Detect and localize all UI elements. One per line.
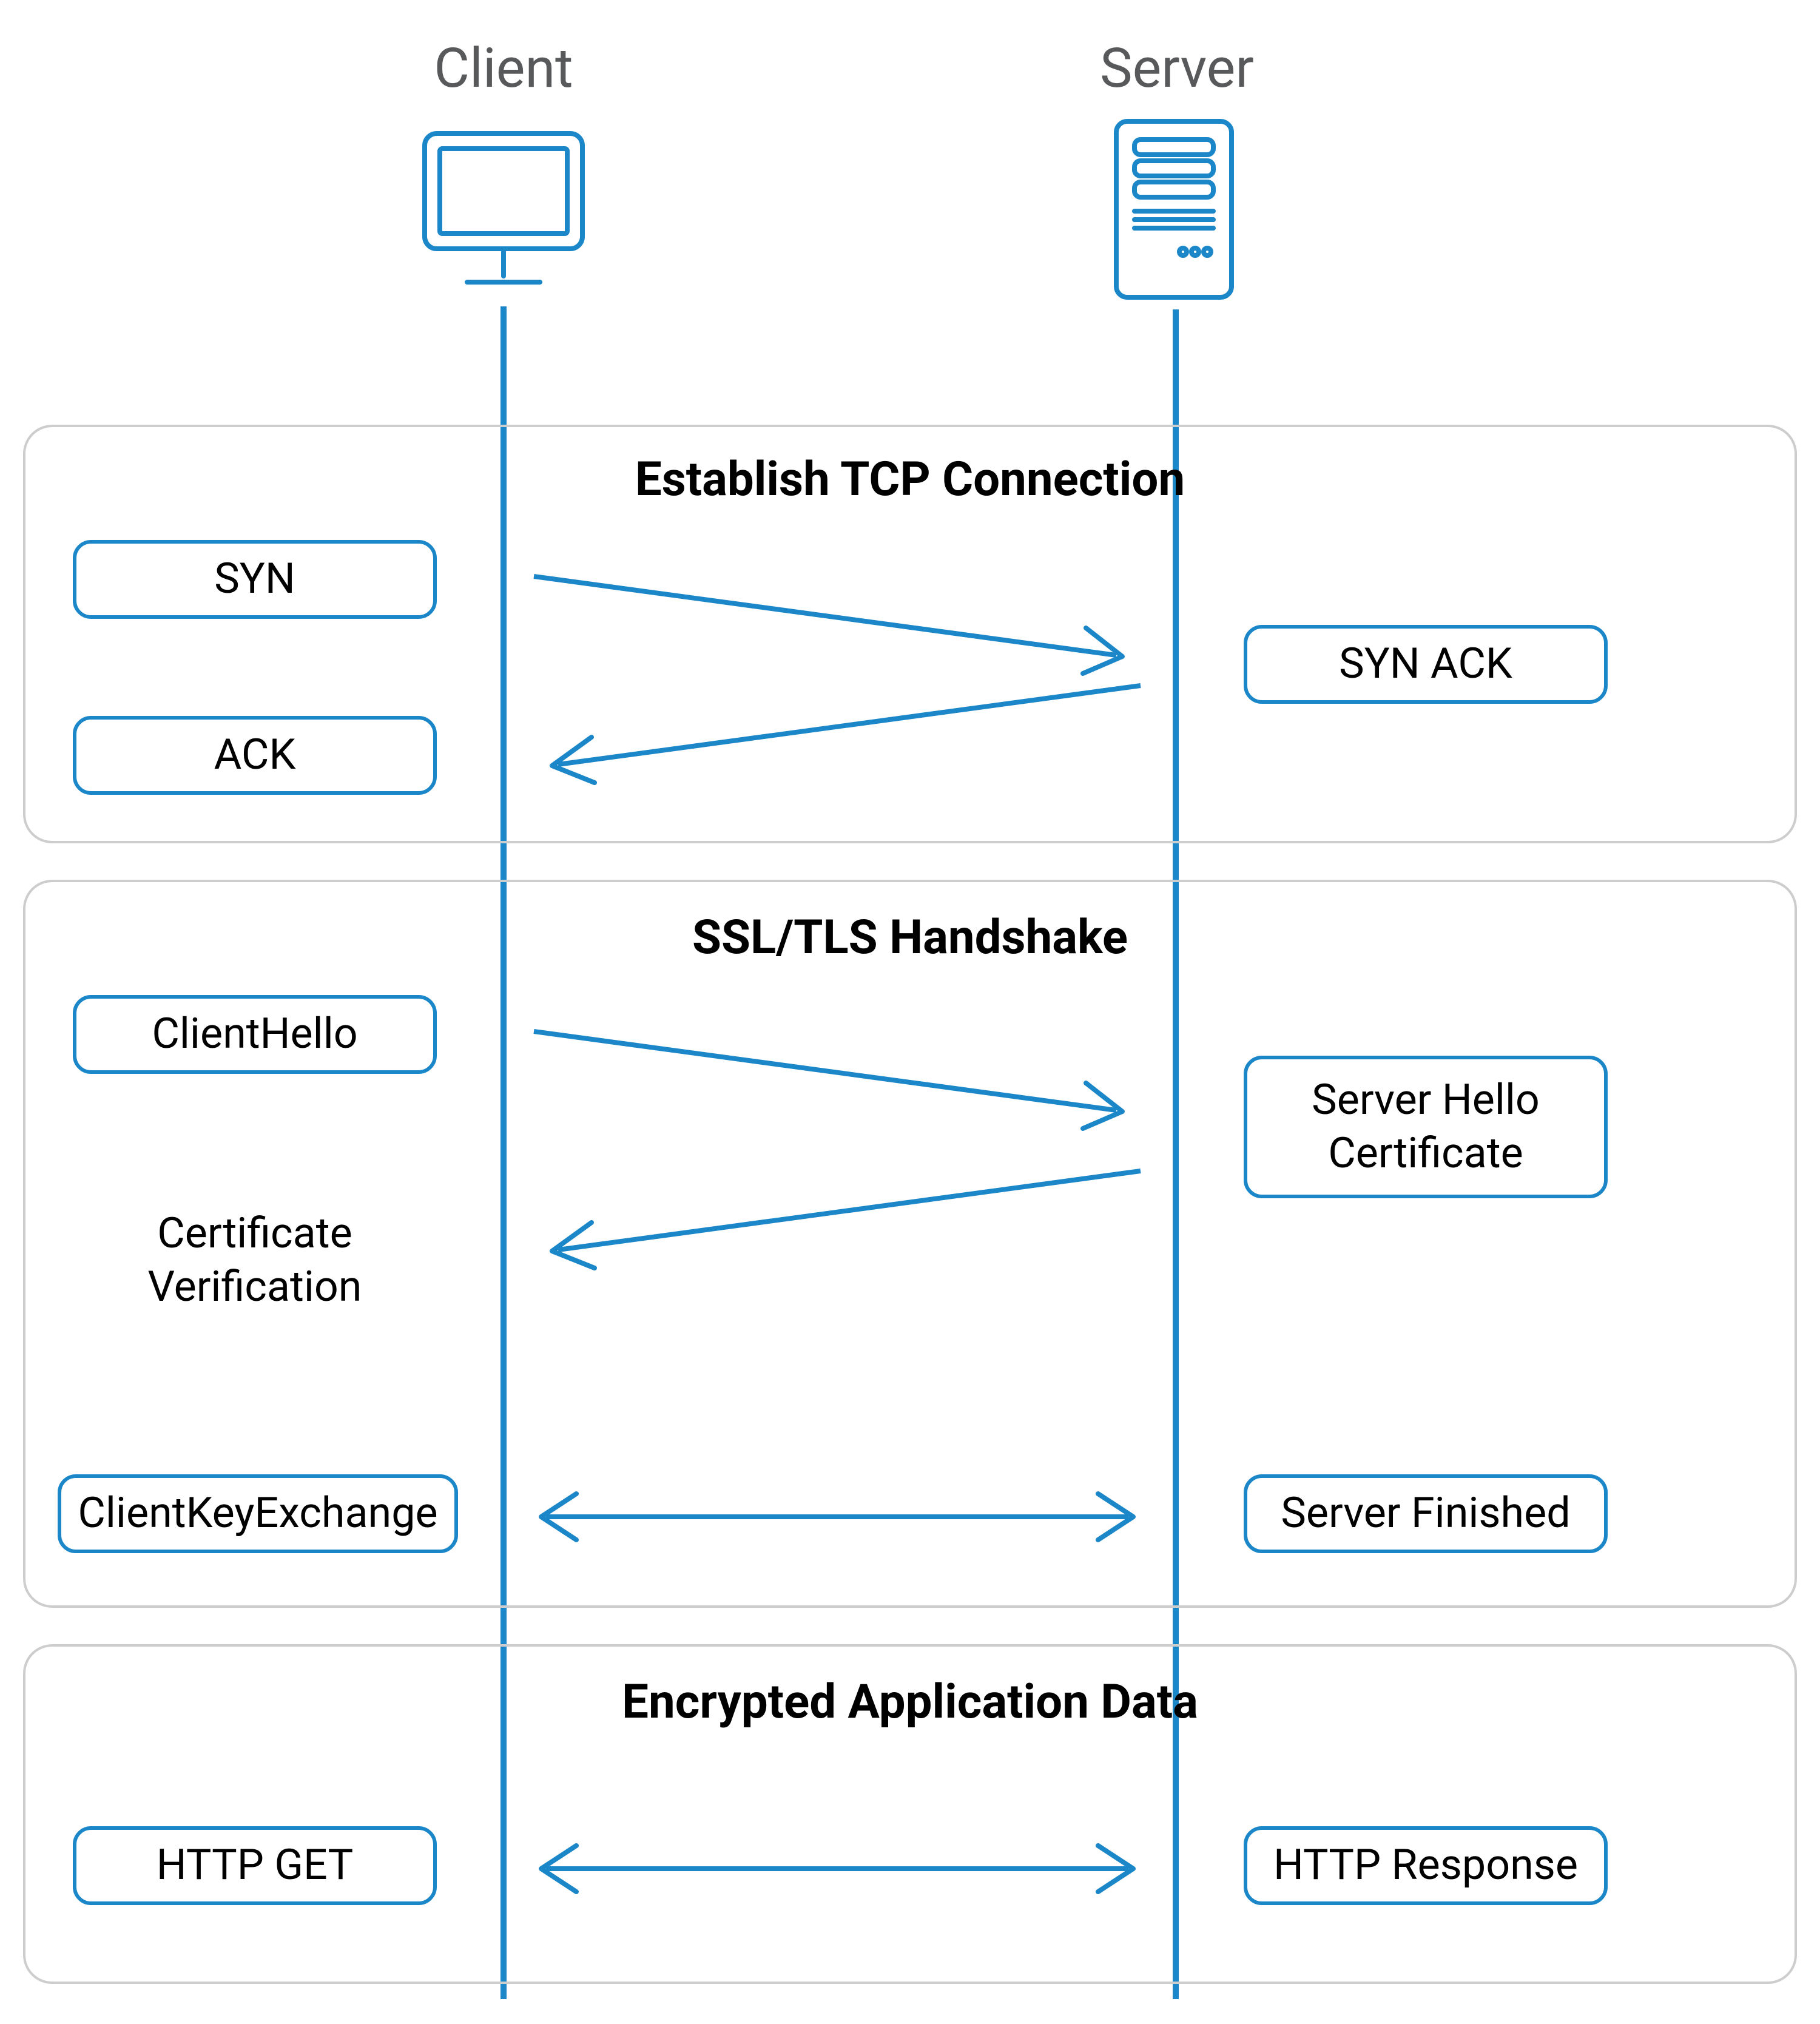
phase-title-tls: SSL/TLS Handshake xyxy=(0,910,1820,965)
msg-ack: ACK xyxy=(73,716,437,795)
arrow-synack-left xyxy=(534,661,1141,795)
client-header-label: Client xyxy=(382,36,625,100)
msg-clienthello: ClientHello xyxy=(73,995,437,1074)
server-header-label: Server xyxy=(1056,36,1298,100)
arrow-serverhello-left xyxy=(534,1147,1141,1280)
arrow-syn-right xyxy=(534,546,1141,680)
arrow-clienthello-right xyxy=(534,1001,1141,1135)
phase-title-data: Encrypted Application Data xyxy=(0,1675,1820,1730)
msg-serverhello-cert: Server Hello Certificate xyxy=(1244,1056,1608,1198)
msg-clientkeyexchange: ClientKeyExchange xyxy=(58,1474,458,1553)
msg-serverfinished: Server Finished xyxy=(1244,1474,1608,1553)
arrow-keyexchange-both xyxy=(528,1486,1147,1547)
arrow-http-both xyxy=(528,1838,1147,1899)
sequence-diagram: Client Server Establish TCP Connection S… xyxy=(0,0,1820,2024)
msg-http-get: HTTP GET xyxy=(73,1826,437,1905)
msg-syn: SYN xyxy=(73,540,437,619)
label-cert-verification: Certificate Verification xyxy=(73,1207,437,1314)
phase-title-tcp: Establish TCP Connection xyxy=(0,452,1820,507)
monitor-icon xyxy=(413,121,595,303)
msg-syn-ack: SYN ACK xyxy=(1244,625,1608,704)
server-rack-icon xyxy=(1104,109,1244,309)
msg-http-response: HTTP Response xyxy=(1244,1826,1608,1905)
